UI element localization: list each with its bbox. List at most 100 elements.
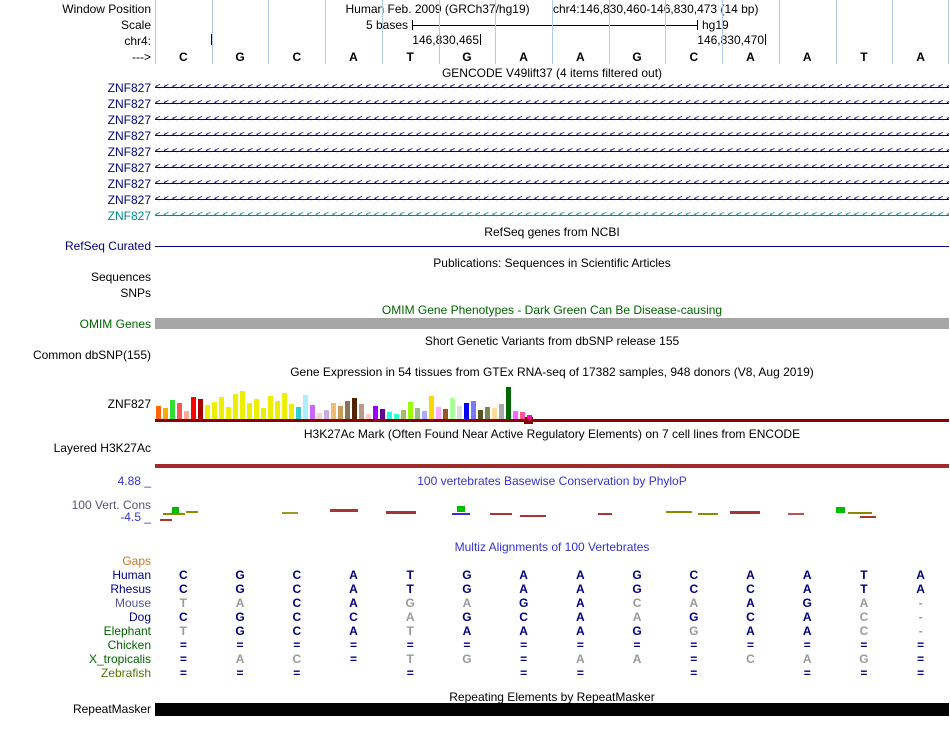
gencode-gene-label[interactable]: ZNF827 [0, 129, 151, 143]
multiz-species-label[interactable]: Human [0, 568, 151, 582]
multiz-species-label[interactable]: Zebrafish [0, 666, 151, 680]
gtex-tissue-bar[interactable] [429, 396, 434, 419]
multiz-species-label[interactable]: Rhesus [0, 582, 151, 596]
omim-gene-bar[interactable] [155, 318, 949, 329]
multiz-species-label[interactable]: Dog [0, 610, 151, 624]
snps-label[interactable]: SNPs [0, 286, 151, 300]
gtex-tissue-bar[interactable] [303, 395, 308, 419]
gtex-tissue-bar[interactable] [338, 406, 343, 419]
gtex-tissue-bar[interactable] [352, 398, 357, 419]
dbsnp-track-label[interactable]: Common dbSNP(155) [0, 348, 151, 362]
gtex-tissue-bar[interactable] [464, 403, 469, 419]
gtex-tissue-bar[interactable] [401, 410, 406, 419]
gtex-tissue-bar[interactable] [198, 399, 203, 419]
gtex-tissue-bar[interactable] [184, 411, 189, 419]
gtex-tissue-bar[interactable] [289, 404, 294, 419]
gencode-transcript[interactable]: <<<<<<<<<<<<<<<<<<<<<<<<<<<<<<<<<<<<<<<<… [155, 195, 949, 204]
gtex-tissue-bar[interactable] [163, 408, 168, 419]
gencode-transcript[interactable]: <<<<<<<<<<<<<<<<<<<<<<<<<<<<<<<<<<<<<<<<… [155, 211, 949, 220]
refseq-track-label[interactable]: RefSeq Curated [0, 239, 151, 253]
gencode-transcript[interactable]: <<<<<<<<<<<<<<<<<<<<<<<<<<<<<<<<<<<<<<<<… [155, 115, 949, 124]
multiz-species-label[interactable]: Gaps [0, 554, 151, 568]
gencode-track-header[interactable]: GENCODE V49lift37 (4 items filtered out) [155, 66, 949, 80]
multiz-species-label[interactable]: X_tropicalis [0, 652, 151, 666]
gtex-tissue-bar[interactable] [520, 412, 525, 419]
gtex-tissue-bar[interactable] [408, 402, 413, 419]
multiz-species-label[interactable]: Elephant [0, 624, 151, 638]
gtex-tissue-bar[interactable] [268, 396, 273, 419]
gtex-tissue-bar[interactable] [506, 387, 511, 419]
multiz-species-label[interactable]: Chicken [0, 638, 151, 652]
gtex-tissue-bar[interactable] [387, 412, 392, 419]
gtex-tissue-bar[interactable] [233, 394, 238, 419]
gtex-tissue-bar[interactable] [443, 409, 448, 419]
gtex-tissue-bar[interactable] [156, 406, 161, 419]
gtex-tissue-bar[interactable] [177, 403, 182, 419]
gencode-gene-label[interactable]: ZNF827 [0, 97, 151, 111]
gencode-transcript[interactable]: <<<<<<<<<<<<<<<<<<<<<<<<<<<<<<<<<<<<<<<<… [155, 99, 949, 108]
phylop-track-header[interactable]: 100 vertebrates Basewise Conservation by… [155, 474, 949, 488]
gencode-gene-label[interactable]: ZNF827 [0, 209, 151, 223]
gtex-tissue-bar[interactable] [324, 410, 329, 419]
gtex-tissue-bar[interactable] [261, 408, 266, 419]
gtex-tissue-bar[interactable] [275, 401, 280, 419]
gencode-gene-label[interactable]: ZNF827 [0, 161, 151, 175]
gencode-transcript[interactable]: <<<<<<<<<<<<<<<<<<<<<<<<<<<<<<<<<<<<<<<<… [155, 83, 949, 92]
gencode-transcript[interactable]: <<<<<<<<<<<<<<<<<<<<<<<<<<<<<<<<<<<<<<<<… [155, 147, 949, 156]
gtex-tissue-bar[interactable] [212, 402, 217, 419]
gtex-tissue-bar[interactable] [317, 413, 322, 419]
h3k27ac-signal-band[interactable] [155, 464, 949, 468]
gencode-gene-label[interactable]: ZNF827 [0, 177, 151, 191]
gtex-tissue-bar[interactable] [436, 407, 441, 419]
gtex-track-header[interactable]: Gene Expression in 54 tissues from GTEx … [155, 365, 949, 379]
gtex-tissue-bar[interactable] [478, 410, 483, 419]
publications-track-header[interactable]: Publications: Sequences in Scientific Ar… [155, 256, 949, 270]
gtex-tissue-bar[interactable] [513, 411, 518, 419]
gtex-tissue-bar[interactable] [226, 407, 231, 419]
gtex-tissue-bar[interactable] [296, 407, 301, 419]
gtex-tissue-bar[interactable] [499, 404, 504, 419]
omim-track-header[interactable]: OMIM Gene Phenotypes - Dark Green Can Be… [155, 303, 949, 317]
repeatmasker-bar[interactable] [155, 703, 949, 716]
gencode-transcript[interactable]: <<<<<<<<<<<<<<<<<<<<<<<<<<<<<<<<<<<<<<<<… [155, 131, 949, 140]
phylop-track-body[interactable] [155, 490, 949, 530]
dbsnp-track-header[interactable]: Short Genetic Variants from dbSNP releas… [155, 334, 949, 348]
repeatmasker-track-label[interactable]: RepeatMasker [0, 702, 151, 716]
omim-track-label[interactable]: OMIM Genes [0, 317, 151, 331]
gtex-tissue-bar[interactable] [359, 404, 364, 419]
gtex-tissue-bar[interactable] [394, 414, 399, 419]
gtex-gene-line[interactable] [155, 419, 949, 422]
gtex-tissue-bar[interactable] [373, 406, 378, 419]
gtex-tissue-bar[interactable] [366, 414, 371, 419]
gencode-transcript[interactable]: <<<<<<<<<<<<<<<<<<<<<<<<<<<<<<<<<<<<<<<<… [155, 179, 949, 188]
gtex-tissue-bar[interactable] [492, 408, 497, 419]
repeatmasker-track-header[interactable]: Repeating Elements by RepeatMasker [155, 690, 949, 704]
gtex-tissue-bar[interactable] [380, 409, 385, 419]
gtex-gene-label[interactable]: ZNF827 [0, 397, 151, 411]
gencode-gene-label[interactable]: ZNF827 [0, 193, 151, 207]
gtex-tissue-bar[interactable] [282, 393, 287, 419]
gencode-gene-label[interactable]: ZNF827 [0, 81, 151, 95]
gtex-tissue-bar[interactable] [205, 405, 210, 419]
multiz-track-header[interactable]: Multiz Alignments of 100 Vertebrates [155, 540, 949, 554]
gtex-tissue-bar[interactable] [331, 403, 336, 419]
gtex-tissue-bar[interactable] [170, 400, 175, 419]
gtex-tissue-bar[interactable] [422, 411, 427, 419]
gtex-tissue-bar[interactable] [457, 406, 462, 419]
gtex-tissue-bar[interactable] [219, 397, 224, 419]
multiz-species-label[interactable]: Mouse [0, 596, 151, 610]
gtex-tissue-bar[interactable] [240, 391, 245, 419]
gtex-tissue-bar[interactable] [345, 401, 350, 419]
publications-sequences-label[interactable]: Sequences [0, 270, 151, 284]
gtex-tissue-bar[interactable] [191, 397, 196, 419]
gtex-tissue-bar[interactable] [247, 403, 252, 419]
gtex-tissue-bar[interactable] [450, 398, 455, 419]
gtex-tissue-bar[interactable] [527, 415, 532, 419]
gtex-tissue-bar[interactable] [254, 399, 259, 419]
gtex-tissue-bar[interactable] [310, 405, 315, 419]
gencode-gene-label[interactable]: ZNF827 [0, 145, 151, 159]
refseq-track-header[interactable]: RefSeq genes from NCBI [155, 225, 949, 239]
gtex-tissue-bar[interactable] [485, 407, 490, 419]
gtex-tissue-bar[interactable] [471, 401, 476, 419]
refseq-gene-line[interactable] [155, 246, 949, 247]
